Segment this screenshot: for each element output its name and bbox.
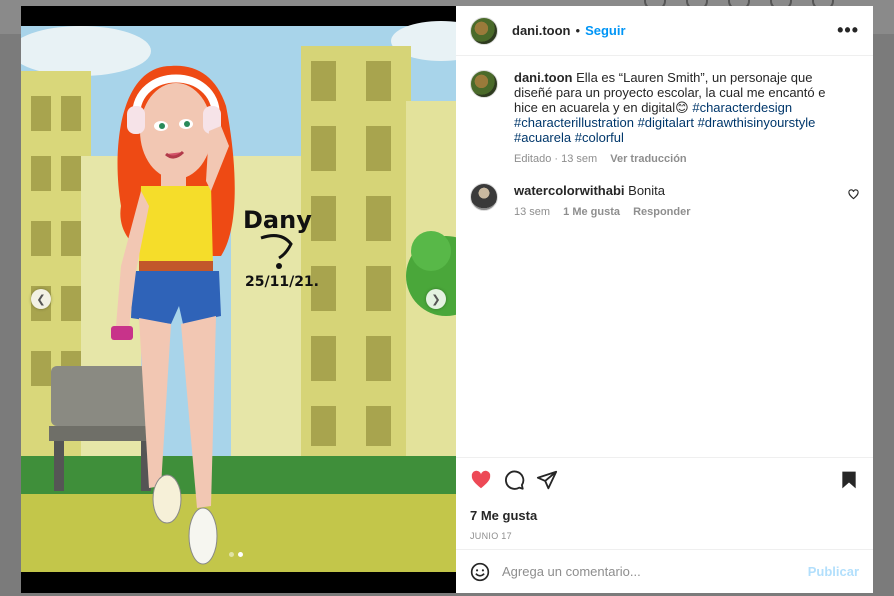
post-side-panel: dani.toon • Seguir ••• dani.toon Ella es… (456, 6, 873, 593)
emoji-icon[interactable] (470, 562, 490, 582)
caption-text: dani.toon Ella es “Lauren Smith”, un per… (514, 70, 834, 145)
hashtag[interactable]: #drawthisinyourstyle (698, 115, 816, 130)
hashtag[interactable]: #acuarela (514, 130, 571, 145)
comment-body: Bonita (628, 183, 666, 198)
separator-dot: • (575, 23, 581, 38)
caption-author[interactable]: dani.toon (514, 70, 573, 85)
author-avatar[interactable] (470, 16, 498, 45)
carousel-indicator (229, 552, 243, 557)
caption-author-avatar[interactable] (470, 70, 498, 98)
hashtag[interactable]: #characterdesign (692, 100, 792, 115)
comment-text: watercolorwithabi Bonita (514, 183, 834, 198)
chevron-left-icon: ❮ (36, 293, 46, 306)
comment-like-icon[interactable] (848, 189, 859, 200)
reply-button[interactable]: Responder (633, 206, 690, 218)
carousel-next-button[interactable]: ❯ (426, 289, 446, 309)
caption-timestamp: Editado · 13 sem (514, 153, 598, 165)
comment-item: watercolorwithabi Bonita 13 sem 1 Me gus… (470, 183, 859, 218)
chevron-right-icon: ❯ (431, 293, 441, 306)
author-username[interactable]: dani.toon (512, 23, 571, 38)
save-bookmark-icon[interactable] (839, 470, 859, 490)
caption: dani.toon Ella es “Lauren Smith”, un per… (470, 70, 859, 165)
likes-count[interactable]: 7 Me gusta (470, 508, 859, 523)
share-icon[interactable] (536, 469, 558, 491)
artwork-signature: Dany (243, 206, 312, 234)
post-date: JUNIO 17 (470, 531, 512, 541)
post-modal: Dany 25/11/21. ❮ ❯ dani.toon • Seguir ••… (21, 6, 873, 593)
publish-button[interactable]: Publicar (808, 564, 859, 579)
more-options-icon[interactable]: ••• (837, 20, 859, 41)
hashtag[interactable]: #characterillustration (514, 115, 634, 130)
commenter-avatar[interactable] (470, 183, 498, 211)
comments-list: dani.toon Ella es “Lauren Smith”, un per… (456, 56, 873, 470)
comment-username[interactable]: watercolorwithabi (514, 183, 625, 198)
artwork-signature-date: 25/11/21. (245, 274, 319, 290)
hashtag[interactable]: #digitalart (638, 115, 694, 130)
translate-link[interactable]: Ver traducción (610, 153, 686, 165)
caption-meta: Editado · 13 sem Ver traducción (514, 153, 834, 165)
carousel-prev-button[interactable]: ❮ (31, 289, 51, 309)
comment-icon[interactable] (503, 469, 525, 491)
post-image[interactable]: Dany 25/11/21. ❮ ❯ (21, 6, 456, 593)
comment-likes[interactable]: 1 Me gusta (563, 206, 620, 218)
post-actions: 7 Me gusta JUNIO 17 (456, 457, 873, 558)
follow-button[interactable]: Seguir (585, 23, 625, 38)
post-header: dani.toon • Seguir ••• (456, 6, 873, 56)
carousel-dot (229, 552, 234, 557)
artwork-illustration: Dany 25/11/21. (21, 6, 456, 593)
hashtag[interactable]: #colorful (575, 130, 624, 145)
carousel-dot-active (238, 552, 243, 557)
comment-input[interactable]: Agrega un comentario... (502, 564, 808, 579)
comment-time: 13 sem (514, 206, 551, 218)
comment-meta: 13 sem 1 Me gusta Responder (514, 206, 834, 218)
add-comment-bar: Agrega un comentario... Publicar (456, 549, 873, 593)
like-icon[interactable] (470, 469, 492, 491)
